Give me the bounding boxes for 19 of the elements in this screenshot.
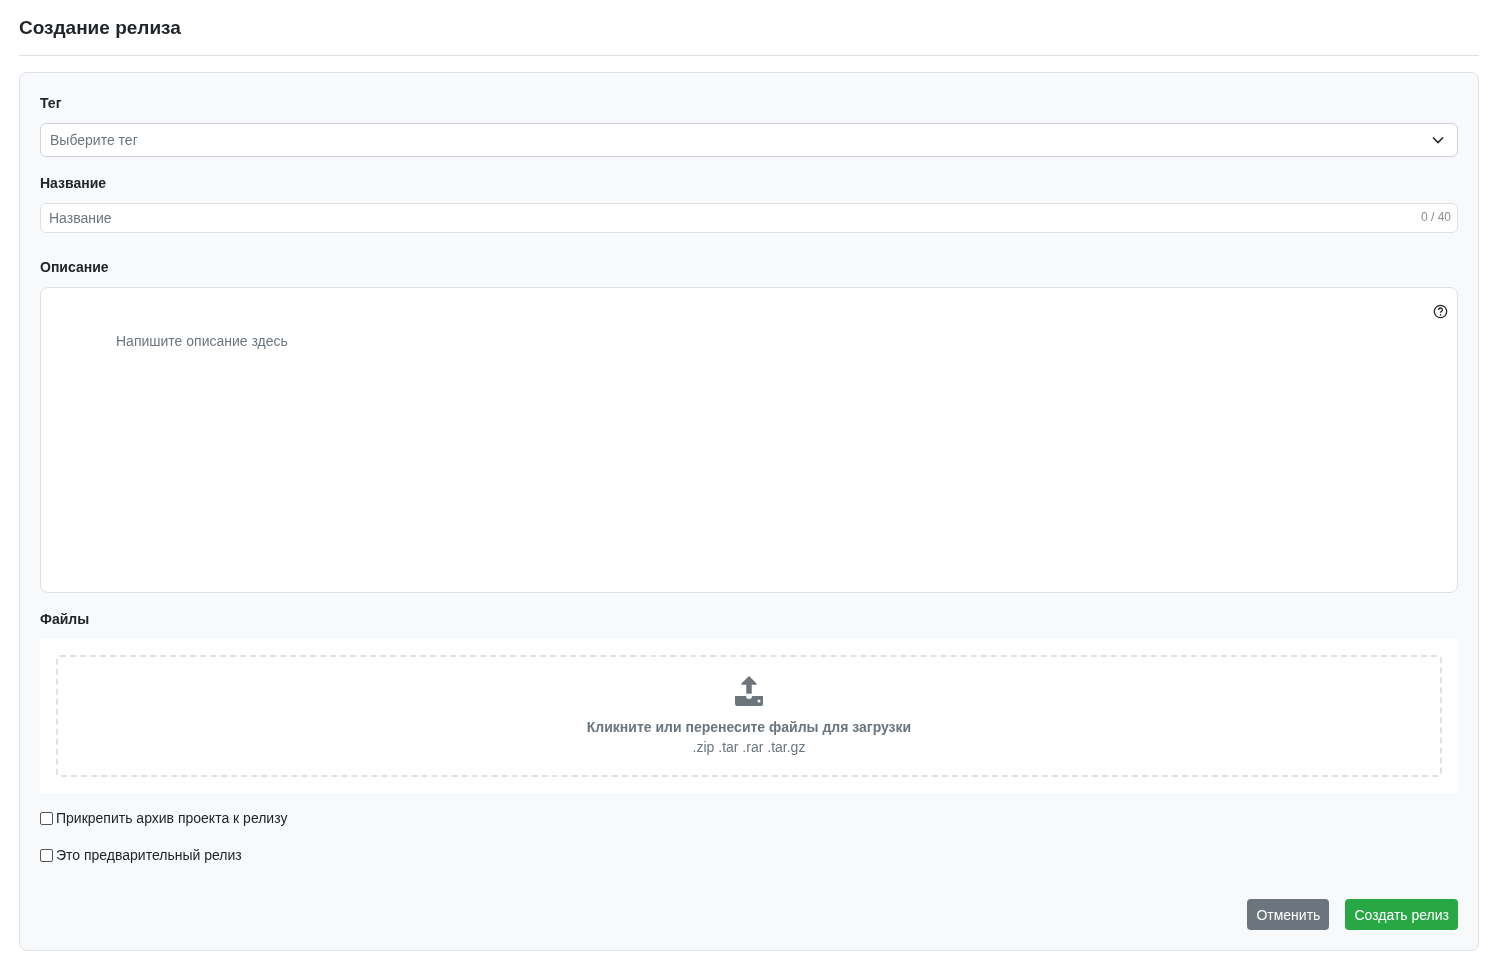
- field-label: Тег: [40, 94, 62, 113]
- tag-dropdown[interactable]: Выберите тег: [40, 123, 1458, 157]
- character-counter: 0 / 40: [1420, 210, 1451, 224]
- checkbox-label[interactable]: Это предварительный релиз: [56, 845, 242, 865]
- file-formats: .zip .tar .rar .tar.gz: [692, 738, 806, 757]
- cancel-button[interactable]: Отменить: [1247, 899, 1330, 930]
- field-label: Файлы: [40, 610, 90, 629]
- file-dropzone[interactable]: Кликните или перенесите файлы для загрузки .zip .tar .rar .tar.gz: [56, 655, 1442, 777]
- field-label: Название: [40, 174, 107, 193]
- help-icon[interactable]: [1433, 304, 1448, 319]
- upload-icon: [732, 674, 766, 708]
- field-label: Описание: [40, 258, 109, 277]
- description-editor[interactable]: Напишите описание здесь: [40, 287, 1458, 593]
- checkbox[interactable]: [40, 811, 53, 825]
- dropzone-prompt: Кликните или перенесите файлы для загрузки: [586, 718, 912, 737]
- create-release-button[interactable]: Создать релиз: [1345, 899, 1458, 930]
- page-title: Создание релиза: [19, 0, 1479, 56]
- checkbox[interactable]: [40, 848, 53, 862]
- checkbox-label[interactable]: Прикрепить архив проекта к релизу: [56, 808, 288, 828]
